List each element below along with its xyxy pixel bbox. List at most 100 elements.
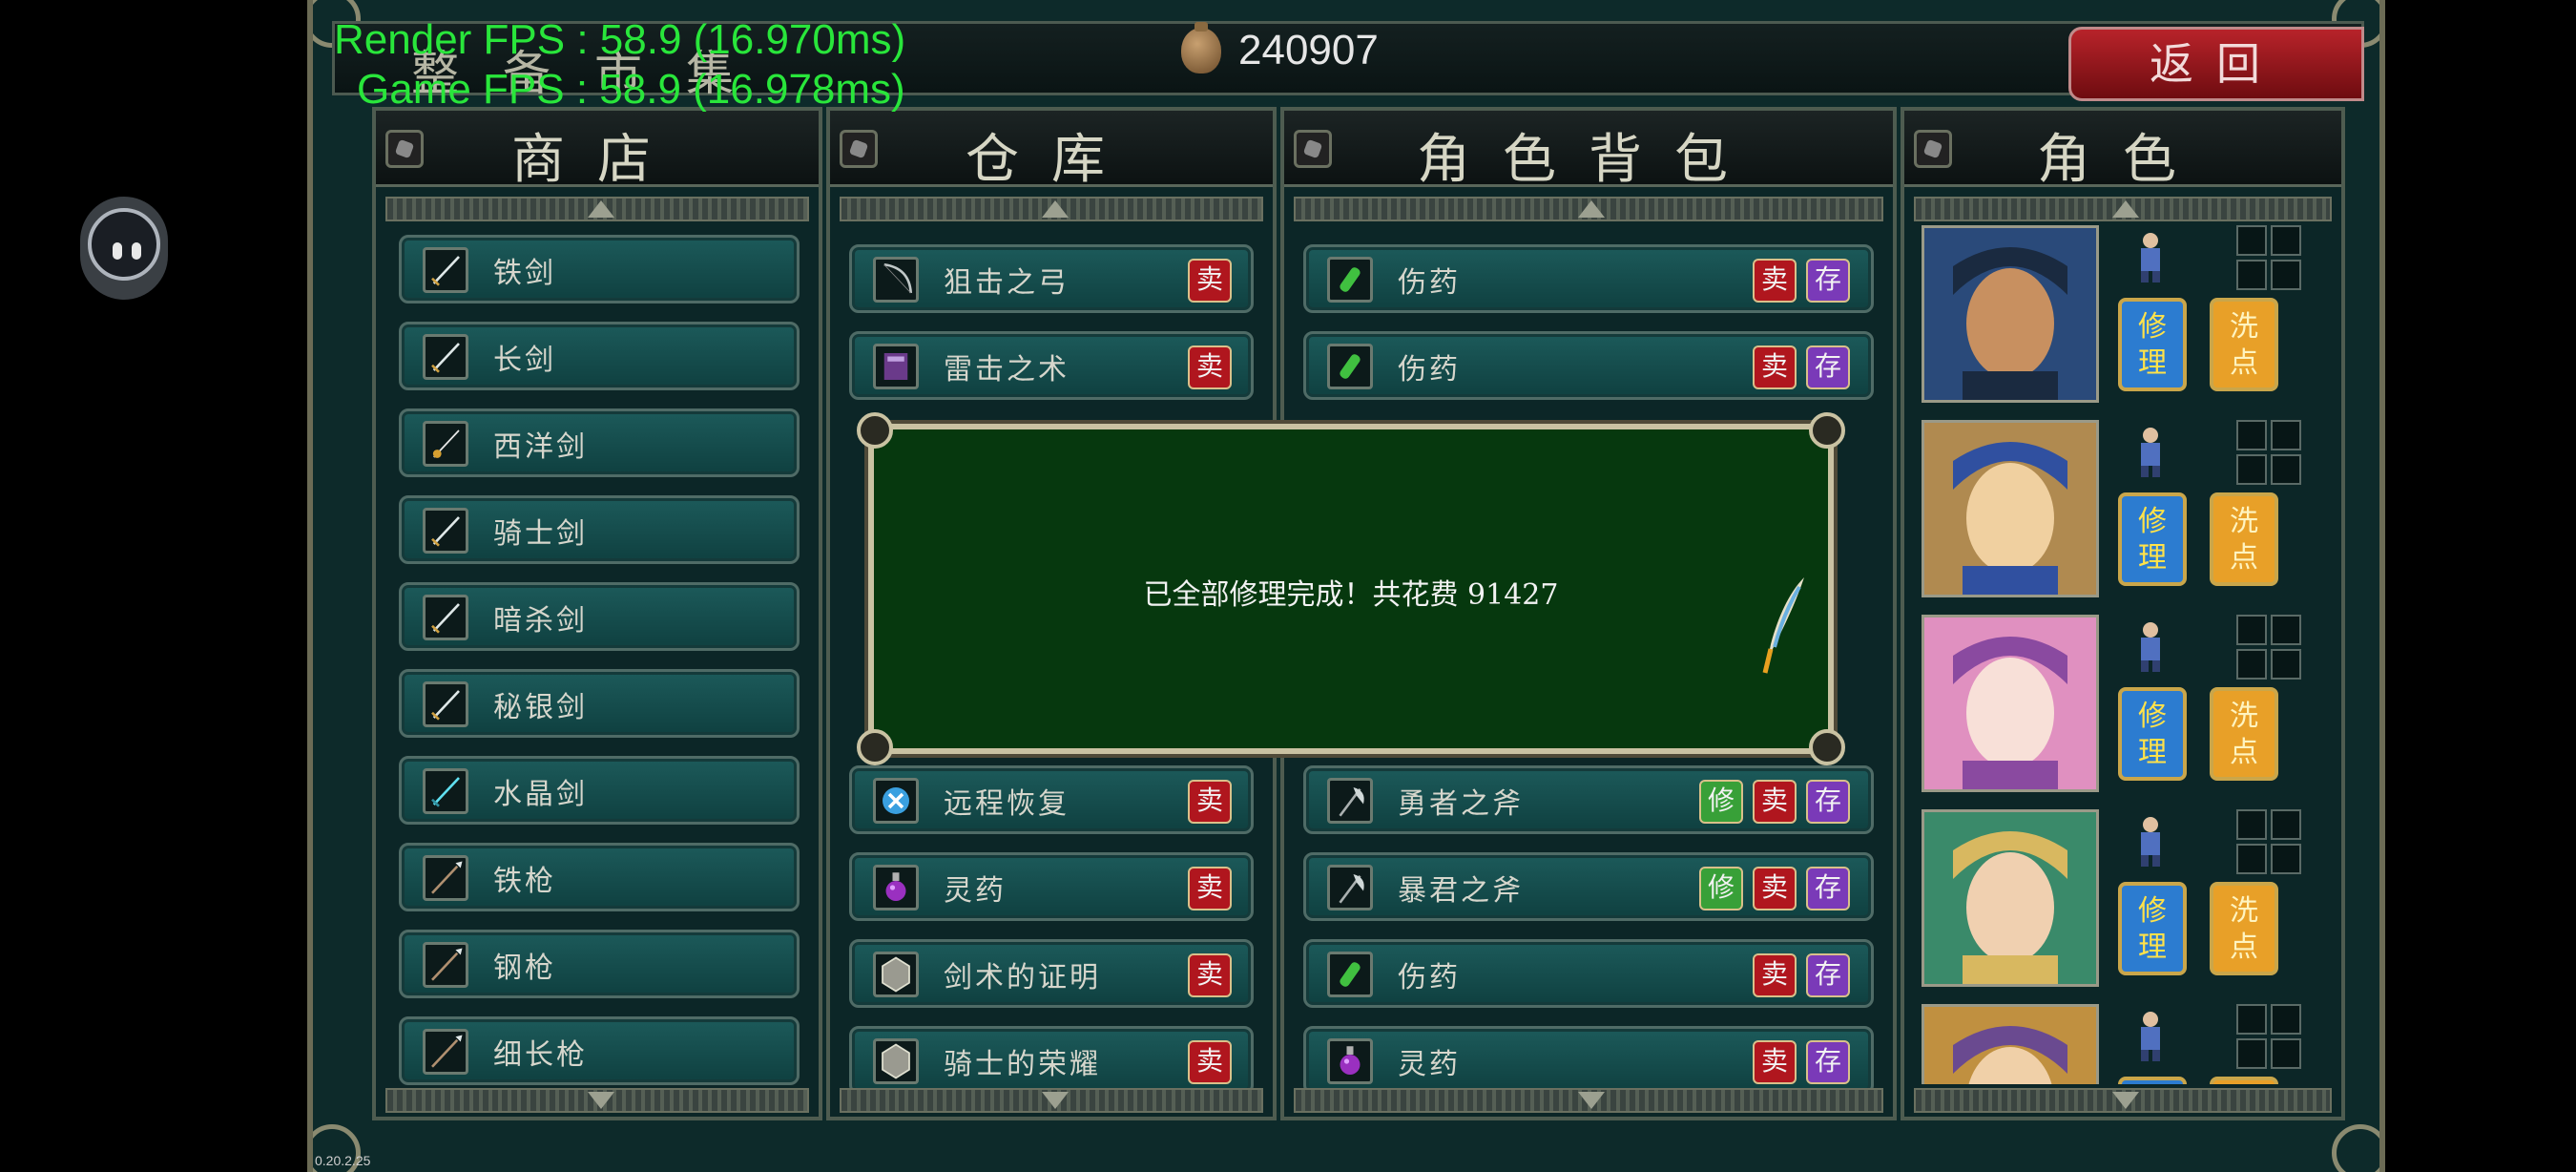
floating-assistant-button[interactable]	[80, 197, 168, 300]
equipment-slot[interactable]	[2236, 844, 2267, 874]
reset-points-button[interactable]: 洗点	[2210, 687, 2278, 781]
reset-points-button[interactable]: 洗点	[2210, 298, 2278, 391]
store-button[interactable]: 存	[1806, 259, 1850, 303]
backpack-item[interactable]: 灵药 卖存	[1303, 1026, 1874, 1095]
equipment-slot[interactable]	[2271, 260, 2301, 290]
warehouse-item[interactable]: 剑术的证明 卖	[849, 939, 1254, 1008]
scroll-down-icon[interactable]	[1578, 1092, 1605, 1109]
scroll-down-icon[interactable]	[588, 1092, 614, 1109]
character-row[interactable]: 修理洗点	[1922, 420, 2332, 601]
shop-item[interactable]: 西洋剑	[399, 408, 800, 477]
warehouse-item[interactable]: 远程恢复 卖	[849, 765, 1254, 834]
reset-points-button[interactable]: 洗点	[2210, 882, 2278, 975]
sell-button[interactable]: 卖	[1753, 780, 1797, 824]
equipment-slot[interactable]	[2236, 1038, 2267, 1069]
sell-button[interactable]: 卖	[1753, 1040, 1797, 1084]
backpack-item[interactable]: 伤药 卖存	[1303, 939, 1874, 1008]
blonde-portrait[interactable]	[1922, 420, 2099, 597]
store-button[interactable]: 存	[1806, 867, 1850, 910]
warehouse-item[interactable]: 狙击之弓 卖	[849, 244, 1254, 313]
sell-button[interactable]: 卖	[1753, 867, 1797, 910]
sell-button[interactable]: 卖	[1188, 953, 1232, 997]
backpack-item[interactable]: 伤药 卖存	[1303, 244, 1874, 313]
shop-item[interactable]: 水晶剑	[399, 756, 800, 825]
headband-portrait[interactable]	[1922, 1004, 2099, 1084]
equipment-slot[interactable]	[2271, 454, 2301, 485]
repair-button[interactable]: 修	[1699, 867, 1743, 910]
scroll-up-icon[interactable]	[1578, 200, 1605, 218]
equipment-slot[interactable]	[2271, 225, 2301, 256]
sell-button[interactable]: 卖	[1188, 780, 1232, 824]
shop-item[interactable]: 长剑	[399, 322, 800, 390]
character-row[interactable]: 修理洗点	[1922, 225, 2332, 407]
equipment-slot[interactable]	[2271, 1038, 2301, 1069]
equipment-slot[interactable]	[2236, 1004, 2267, 1035]
character-row[interactable]: 修理 洗点	[1922, 1004, 2332, 1084]
store-button[interactable]: 存	[1806, 953, 1850, 997]
equipment-slot[interactable]	[2236, 809, 2267, 840]
repair-character-button[interactable]: 修理	[2118, 687, 2187, 781]
repair-character-button[interactable]: 修理	[2118, 882, 2187, 975]
sell-button[interactable]: 卖	[1188, 345, 1232, 389]
shop-header: 商店	[376, 111, 819, 191]
character-row[interactable]: 修理洗点	[1922, 615, 2332, 796]
equipment-slot[interactable]	[2236, 615, 2267, 645]
reset-points-button[interactable]: 洗点	[2210, 492, 2278, 586]
equipment-slot[interactable]	[2236, 454, 2267, 485]
equipment-slot[interactable]	[2236, 649, 2267, 680]
equipment-slot[interactable]	[2236, 260, 2267, 290]
shop-item[interactable]: 钢枪	[399, 930, 800, 998]
backpack-item[interactable]: 勇者之斧 修卖存	[1303, 765, 1874, 834]
shop-item[interactable]: 暗杀剑	[399, 582, 800, 651]
backpack-item[interactable]: 暴君之斧 修卖存	[1303, 852, 1874, 921]
equipment-slot[interactable]	[2271, 809, 2301, 840]
sell-button[interactable]: 卖	[1188, 1040, 1232, 1084]
scroll-down-icon[interactable]	[2112, 1092, 2139, 1109]
repair-complete-dialog[interactable]: 已全部修理完成！共花费 91427	[857, 412, 1845, 765]
backpack-item[interactable]: 伤药 卖存	[1303, 331, 1874, 400]
scroll-down-icon[interactable]	[1042, 1092, 1069, 1109]
warehouse-item[interactable]: 骑士的荣耀 卖	[849, 1026, 1254, 1095]
item-name: 勇者之斧	[1398, 787, 1524, 821]
item-name: 伤药	[1398, 961, 1461, 994]
reset-points-button[interactable]: 洗点	[2210, 1077, 2278, 1084]
equipment-slot[interactable]	[2271, 649, 2301, 680]
sell-button[interactable]: 卖	[1188, 259, 1232, 303]
repair-label: 修理	[2138, 700, 2167, 769]
equipment-slot[interactable]	[2271, 844, 2301, 874]
back-button[interactable]: 返回	[2068, 27, 2364, 101]
scroll-up-icon[interactable]	[1042, 200, 1069, 218]
pink-hair-portrait[interactable]	[1922, 615, 2099, 792]
warehouse-item[interactable]: 灵药 卖	[849, 852, 1254, 921]
shop-item[interactable]: 细长枪	[399, 1016, 800, 1085]
pirate-portrait[interactable]	[1922, 225, 2099, 403]
scroll-up-icon[interactable]	[2112, 200, 2139, 218]
shop-item[interactable]: 铁枪	[399, 843, 800, 911]
shop-item[interactable]: 骑士剑	[399, 495, 800, 564]
sell-button[interactable]: 卖	[1753, 345, 1797, 389]
repair-character-button[interactable]: 修理	[2118, 492, 2187, 586]
store-button[interactable]: 存	[1806, 1040, 1850, 1084]
equipment-slot[interactable]	[2236, 420, 2267, 450]
sell-button[interactable]: 卖	[1753, 259, 1797, 303]
repair-character-button[interactable]: 修理	[2118, 1077, 2187, 1084]
characters-header: 角色	[1904, 111, 2341, 191]
sell-button[interactable]: 卖	[1188, 867, 1232, 910]
equipment-slot[interactable]	[2271, 615, 2301, 645]
repair-character-button[interactable]: 修理	[2118, 298, 2187, 391]
green-hat-portrait[interactable]	[1922, 809, 2099, 987]
equipment-slot[interactable]	[2271, 1004, 2301, 1035]
character-row[interactable]: 修理洗点	[1922, 809, 2332, 991]
dialog-message: 已全部修理完成！共花费 91427	[1143, 578, 1559, 612]
equipment-slot[interactable]	[2271, 420, 2301, 450]
repair-button[interactable]: 修	[1699, 780, 1743, 824]
store-button[interactable]: 存	[1806, 780, 1850, 824]
shop-item[interactable]: 秘银剑	[399, 669, 800, 738]
warehouse-header: 仓库	[830, 111, 1273, 191]
warehouse-item[interactable]: 雷击之术 卖	[849, 331, 1254, 400]
sell-button[interactable]: 卖	[1753, 953, 1797, 997]
shop-item[interactable]: 铁剑	[399, 235, 800, 303]
scroll-up-icon[interactable]	[588, 200, 614, 218]
equipment-slot[interactable]	[2236, 225, 2267, 256]
store-button[interactable]: 存	[1806, 345, 1850, 389]
